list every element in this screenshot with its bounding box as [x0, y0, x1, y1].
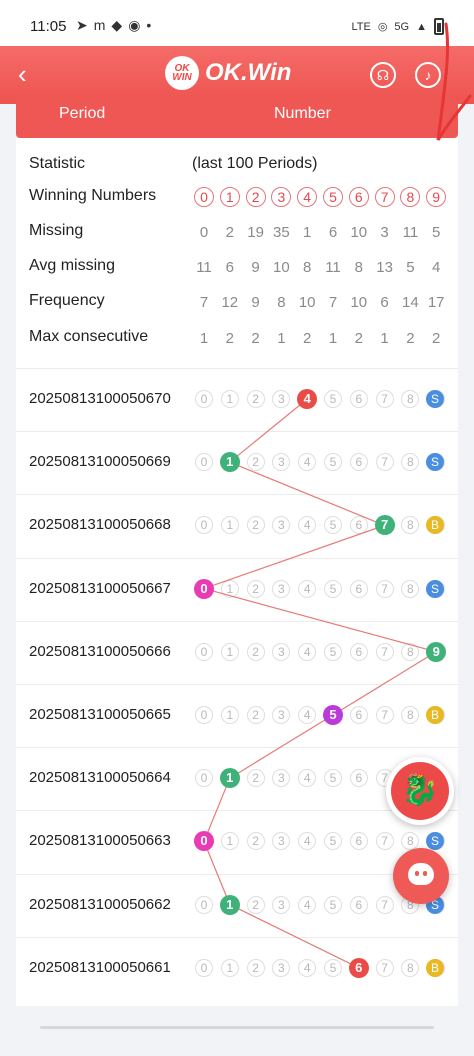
winning-number-marker: 6 [348, 957, 369, 978]
chat-bot-icon [408, 863, 434, 885]
trend-segment [229, 398, 308, 463]
dragon-promo-button[interactable]: 🐉 [386, 757, 454, 825]
red-swipe-mark [436, 22, 472, 141]
home-indicator [40, 1026, 434, 1029]
customer-chat-button[interactable] [393, 848, 449, 904]
winning-number-marker: 5 [323, 705, 343, 725]
trend-segment [332, 651, 437, 716]
winning-number-marker: 1 [219, 894, 240, 915]
dragon-icon: 🐉 [391, 762, 449, 820]
winning-number-marker: 0 [194, 578, 214, 599]
trend-segment [229, 904, 360, 969]
winning-number-marker: 1 [219, 768, 240, 789]
trend-segment [203, 588, 437, 653]
winning-number-marker: 7 [374, 515, 395, 536]
trend-segment [229, 461, 385, 526]
winning-number-marker: 1 [219, 452, 240, 473]
trend-segment [203, 524, 385, 590]
trend-segment [229, 714, 334, 779]
winning-number-marker: 9 [426, 641, 447, 662]
